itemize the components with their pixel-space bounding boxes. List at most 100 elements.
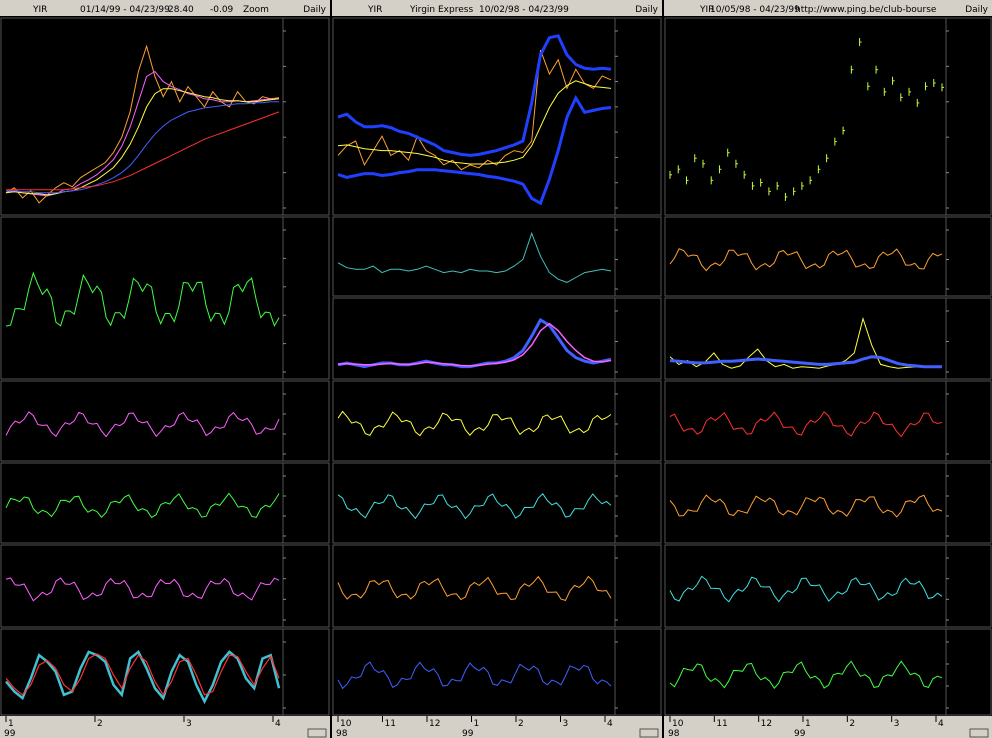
pane-frame (0, 216, 330, 380)
indicator-label: 14 (24, 547, 36, 557)
y-tick-label: -100 (289, 616, 310, 626)
indicator-label: ADXR 14 (59, 383, 99, 393)
pane-ma: MA (S/C) 5 9 26 50 200 C 32.50 30.00 27.50 25.00 22.… (0, 17, 330, 216)
indicator-label: SAR (416, 20, 434, 30)
x-tick-label: 12 (761, 719, 772, 729)
y-tick-label: 100 (952, 554, 969, 564)
indicator-label: 12 (430, 631, 441, 641)
y-tick-label: 30 (289, 430, 301, 440)
indicator-label: W.%R (668, 547, 694, 557)
pane-wr: W.%R 12 100 75 50 25 (664, 544, 992, 628)
x-tick-label: 10 (672, 719, 684, 729)
x-tick-label: 3 (186, 719, 192, 729)
year-label: 99 (794, 729, 806, 738)
interval-label: Daily (303, 5, 326, 15)
chart-title: YIR (367, 5, 382, 15)
interval-label: Daily (965, 5, 988, 15)
x-tick-label: 1 (8, 719, 14, 729)
y-tick-label: 50 (289, 671, 301, 681)
x-tick-label: 1 (474, 719, 480, 729)
y-tick-label: 50 (289, 512, 301, 522)
chart-title: YIR (32, 5, 47, 15)
indicator-label: 14 (688, 465, 700, 475)
indicator-label: Bars (668, 20, 688, 30)
indicator-label: (S/C) (18, 20, 40, 30)
pane-rsi: RSI 14 100 75 50 25 (664, 462, 992, 544)
pane-chosc: ChOsc 10, 3 20,000 10,000 0 (664, 216, 992, 297)
y-tick-label: 25,000 (621, 472, 653, 482)
indicator-label: (S/Vol) (390, 631, 419, 641)
pane-trix: TRIX 12 : 9 1.00 0.50 0.00 (332, 297, 662, 380)
indicator-label: 12 : 9 (361, 300, 387, 310)
indicator-label: Sto (4, 631, 19, 641)
indicator-label: OBV (336, 547, 356, 557)
indicator-label: 26 (67, 20, 79, 30)
y-tick-label: 32.50 (289, 226, 315, 236)
y-tick-label: 75 (952, 660, 963, 670)
y-tick-label: -50,000 (621, 554, 656, 564)
y-tick-label: 75 (952, 492, 963, 502)
y-tick-label: 20.00 (621, 153, 647, 163)
y-tick-label: 1.00 (621, 307, 641, 317)
indicator-label: ChA/D (668, 383, 696, 393)
y-tick-label: 0 (952, 285, 958, 295)
y-tick-label: 25 (289, 704, 300, 714)
pane-frame (0, 17, 330, 216)
y-tick-label: 100 (952, 638, 969, 648)
year-label: 98 (336, 729, 348, 738)
indicator-label: 50 (81, 20, 93, 30)
y-tick-label: 25.00 (621, 103, 647, 113)
indicator-label: Down (38, 219, 64, 229)
x-tick-label: 11 (385, 719, 396, 729)
pane-sto: Sto %K 5 (3) %D 3 75 50 25 (0, 628, 330, 716)
y-tick-label: 20,000 (621, 638, 653, 648)
pane-roc: ROC 12 50.00 25.00 0.00 (332, 380, 662, 462)
y-tick-label: -50,000 (952, 450, 987, 460)
pane-obv: OBV 1 -50,000 -75,000 (332, 544, 662, 628)
y-tick-label: 0.00 (621, 450, 641, 460)
x-tick-label: 4 (607, 719, 613, 729)
y-tick-label: 0.00 (621, 285, 641, 295)
y-tick-label: 10,000 (952, 256, 984, 266)
y-tick-label: 75 (289, 638, 300, 648)
scroll-button (639, 728, 659, 738)
y-tick-label: 25 (952, 704, 963, 714)
y-tick-label: 50 (289, 390, 301, 400)
y-tick-label: 32.50 (952, 27, 978, 37)
x-tick-label: 3 (894, 719, 900, 729)
pane-vol: Vol ||| MA (S/Vol) 12 (0/+150%):24 (0/+300%) 20… (332, 628, 662, 716)
y-tick-label: -75,000 (621, 616, 656, 626)
y-tick-label: 25 (289, 532, 300, 542)
indicator-label: ROC (336, 383, 356, 393)
indicator-label: : (495, 631, 498, 641)
indicator-label: (Bullish Hammer) (63, 219, 142, 229)
y-tick-label: 0 (621, 492, 627, 502)
indicator-label: 12 (356, 383, 367, 393)
y-tick-label: 100 (289, 575, 306, 585)
y-tick-label: 25.00 (289, 133, 315, 143)
pane-frame (664, 462, 992, 544)
indicator-label: 0.02 (460, 20, 480, 30)
chart-title: http://www.ping.be/club-bourse (795, 5, 937, 15)
pane-dmi2: DMI +DI 14 -DI 14 DX 14 100 75 50 25 (0, 462, 330, 544)
y-tick-label: 0.50 (621, 256, 641, 266)
pane-chvol: ChVol 10, 10: 26 500 250 0 (664, 297, 992, 380)
pane-macd: MACD(E/C) 12, 26, 9 1.00 0.50 0.00 (332, 216, 662, 297)
pane-frame (0, 628, 330, 716)
y-tick-label: 22.50 (289, 340, 315, 350)
y-tick-label: 17.50 (621, 179, 647, 189)
indicator-label: 0.02 (435, 20, 455, 30)
indicator-label: Vol (336, 631, 349, 641)
indicator-label: 0.2 (485, 20, 499, 30)
indicator-label: %D 3 (69, 631, 93, 641)
indicator-label: |- (707, 20, 713, 30)
indicator-label: DMI (4, 465, 21, 475)
indicator-label: C (115, 20, 121, 30)
y-tick-label: 50 (952, 512, 964, 522)
indicator-label: Up, (18, 219, 33, 229)
pane-frame (332, 544, 662, 628)
y-tick-label: 25.00 (621, 420, 647, 430)
indicator-label: 9 (58, 20, 64, 30)
chart-title: 28.40 (168, 5, 194, 15)
y-tick-label: 27.50 (952, 98, 978, 108)
